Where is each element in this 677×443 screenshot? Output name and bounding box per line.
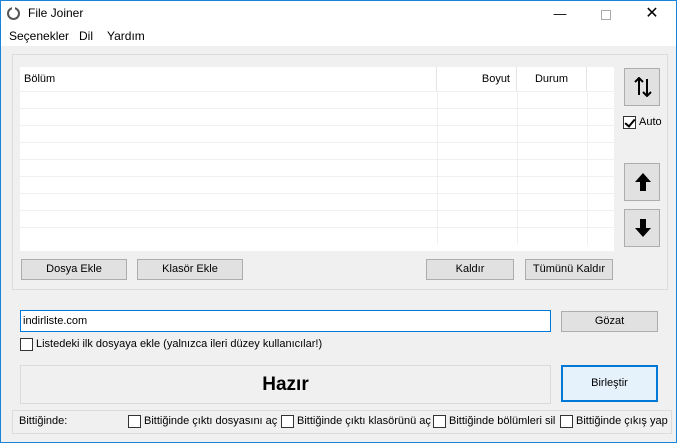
list-empty-row bbox=[20, 176, 614, 194]
arrow-down-icon bbox=[635, 219, 651, 237]
list-empty-row bbox=[20, 227, 614, 245]
add-folder-button[interactable]: Klasör Ekle bbox=[137, 259, 243, 280]
merge-button[interactable]: Birleştir bbox=[561, 365, 658, 402]
maximize-icon bbox=[601, 9, 611, 20]
arrow-up-icon bbox=[635, 173, 651, 191]
title-bar[interactable]: File Joiner — ✕ bbox=[1, 1, 676, 27]
column-header-size[interactable]: Boyut bbox=[437, 67, 517, 91]
list-empty-row bbox=[20, 142, 614, 160]
status-text: Hazır bbox=[20, 365, 551, 404]
on-finish-label: Bittiğinde: bbox=[19, 415, 68, 427]
list-empty-row bbox=[20, 210, 614, 228]
exit-on-finish-checkbox[interactable] bbox=[560, 415, 573, 428]
menu-bar: Seçenekler Dil Yardım bbox=[1, 27, 676, 46]
auto-checkbox[interactable] bbox=[623, 116, 636, 129]
file-joiner-window: File Joiner — ✕ Seçenekler Dil Yardım Bö… bbox=[0, 0, 677, 443]
delete-parts-checkbox[interactable] bbox=[433, 415, 446, 428]
remove-button[interactable]: Kaldır bbox=[426, 259, 514, 280]
list-empty-row bbox=[20, 108, 614, 126]
move-down-button[interactable] bbox=[624, 209, 660, 247]
list-empty-row bbox=[20, 125, 614, 143]
auto-label: Auto bbox=[639, 116, 662, 128]
list-empty-row bbox=[20, 91, 614, 109]
maximize-button[interactable] bbox=[583, 1, 629, 27]
append-first-file-label: Listedeki ilk dosyaya ekle (yalnızca ile… bbox=[36, 338, 323, 350]
menu-help[interactable]: Yardım bbox=[107, 29, 145, 43]
sort-button[interactable] bbox=[624, 68, 660, 106]
exit-on-finish-label: Bittiğinde çıkış yap bbox=[576, 415, 668, 427]
app-logo-icon bbox=[7, 6, 20, 20]
append-first-file-checkbox[interactable] bbox=[20, 338, 33, 351]
add-file-button[interactable]: Dosya Ekle bbox=[21, 259, 127, 280]
sort-arrows-icon bbox=[634, 77, 652, 97]
window-title: File Joiner bbox=[28, 6, 84, 20]
remove-all-button[interactable]: Tümünü Kaldır bbox=[525, 259, 613, 280]
list-header: Bölüm Boyut Durum bbox=[20, 67, 614, 91]
menu-options[interactable]: Seçenekler bbox=[9, 29, 69, 43]
list-empty-row bbox=[20, 193, 614, 211]
menu-language[interactable]: Dil bbox=[79, 29, 93, 43]
output-path-input[interactable] bbox=[20, 310, 551, 332]
minimize-button[interactable]: — bbox=[537, 1, 583, 27]
parts-list[interactable]: Bölüm Boyut Durum bbox=[20, 67, 614, 251]
open-output-file-label: Bittiğinde çıktı dosyasını aç bbox=[144, 415, 278, 427]
column-header-status[interactable]: Durum bbox=[517, 67, 587, 91]
browse-button[interactable]: Gözat bbox=[561, 311, 658, 332]
open-output-file-checkbox[interactable] bbox=[128, 415, 141, 428]
move-up-button[interactable] bbox=[624, 163, 660, 201]
column-header-spacer bbox=[587, 67, 614, 91]
column-header-part[interactable]: Bölüm bbox=[20, 67, 437, 91]
delete-parts-label: Bittiğinde bölümleri sil bbox=[449, 415, 556, 427]
open-output-folder-label: Bittiğinde çıktı klasörünü aç bbox=[297, 415, 431, 427]
open-output-folder-checkbox[interactable] bbox=[281, 415, 294, 428]
close-button[interactable]: ✕ bbox=[629, 1, 675, 27]
list-empty-row bbox=[20, 159, 614, 177]
